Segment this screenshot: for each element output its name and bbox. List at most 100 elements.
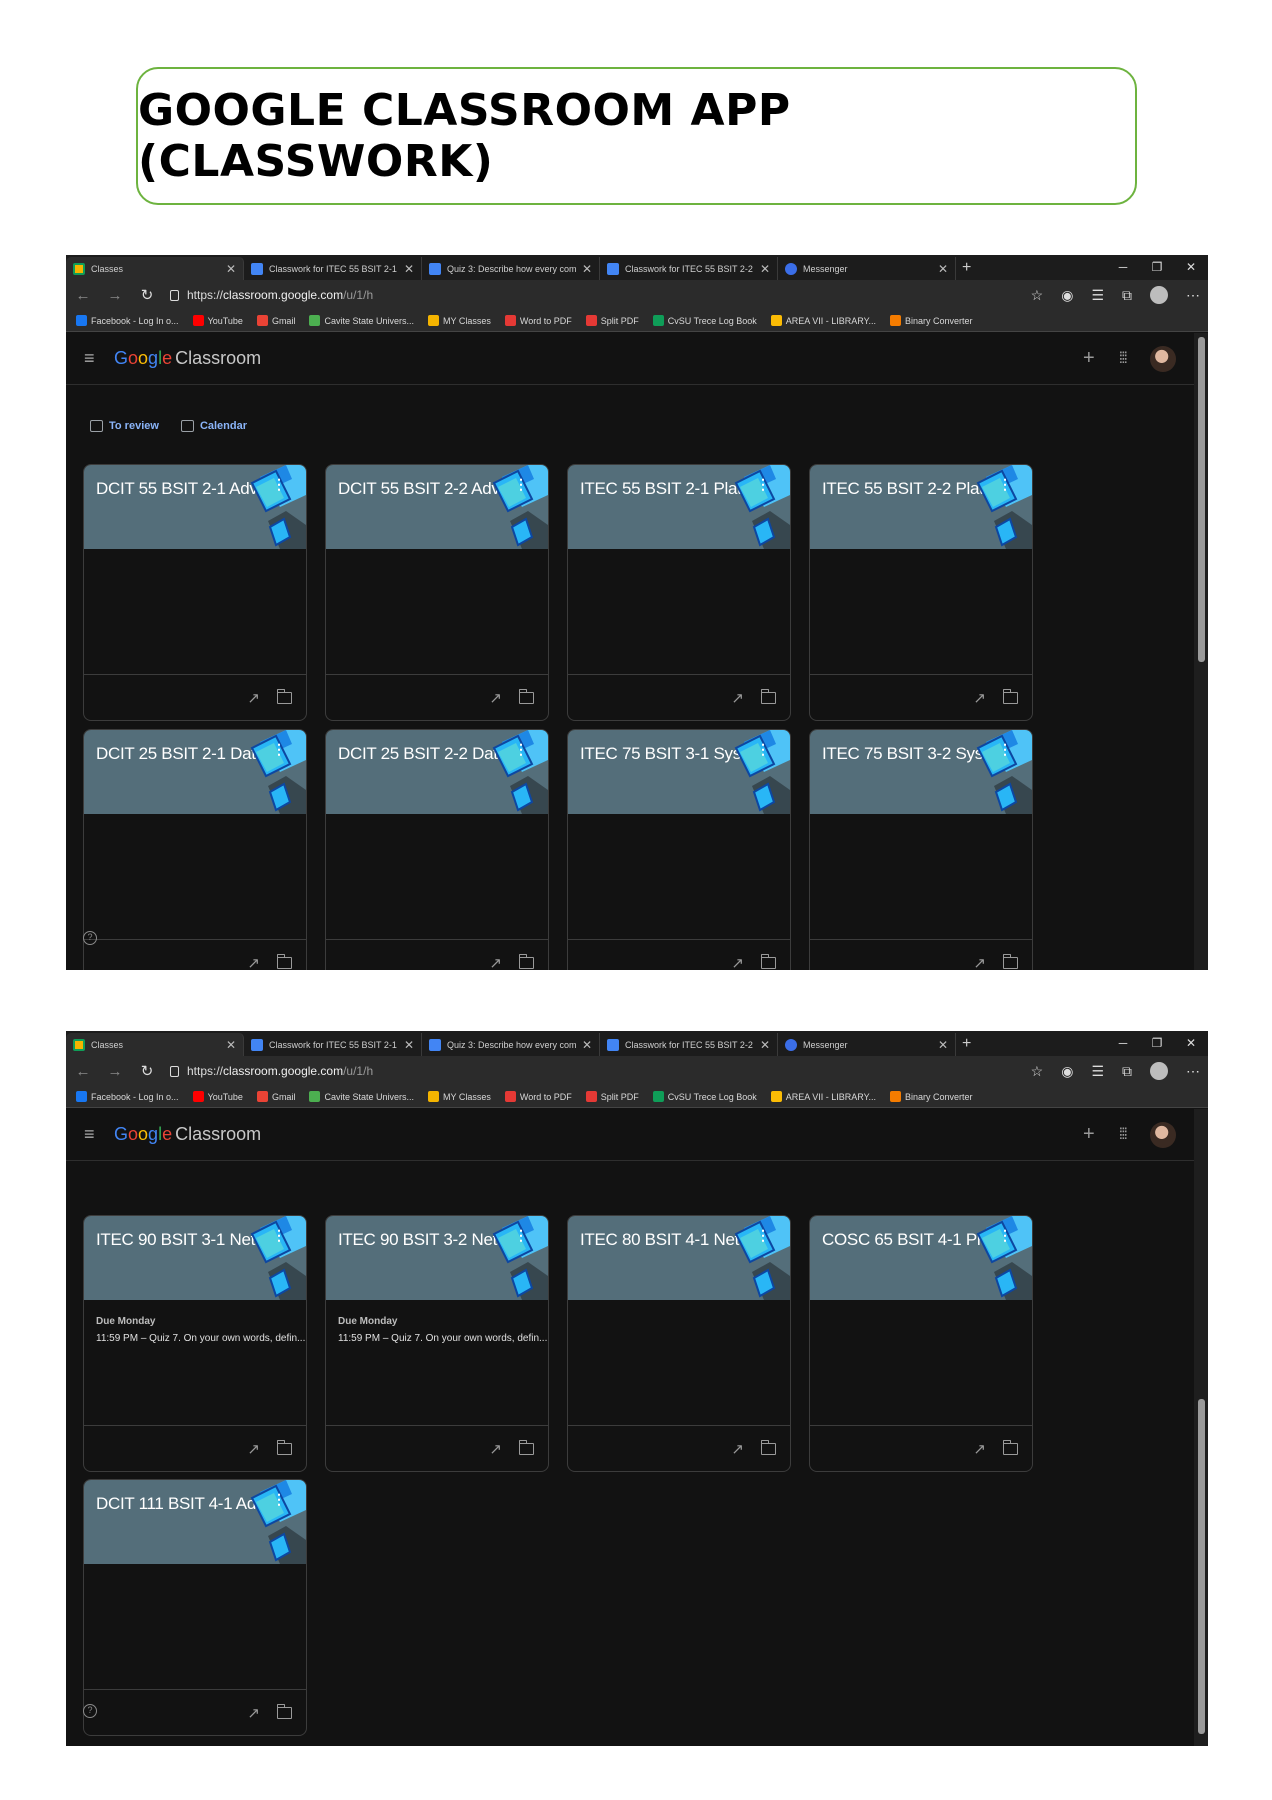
- more-options-icon[interactable]: ⋮: [272, 742, 286, 756]
- more-options-icon[interactable]: ⋮: [756, 742, 770, 756]
- bookmark-item[interactable]: Cavite State Univers...: [309, 1091, 414, 1102]
- scrollbar[interactable]: [1194, 1109, 1208, 1746]
- hamburger-menu-icon[interactable]: ≡: [84, 1124, 102, 1145]
- bookmark-item[interactable]: Binary Converter: [890, 315, 973, 326]
- browser-tab[interactable]: Messenger ✕: [778, 257, 956, 280]
- calendar-link[interactable]: Calendar: [180, 420, 247, 432]
- close-icon[interactable]: ✕: [404, 1038, 414, 1052]
- minimize-icon[interactable]: ─: [1106, 255, 1140, 280]
- class-card[interactable]: COSC 65 BSIT 4-1 Pr... ⋮ ↗: [809, 1215, 1033, 1472]
- plus-icon[interactable]: +: [1083, 1123, 1095, 1146]
- restore-icon[interactable]: ❐: [1140, 1031, 1174, 1056]
- trending-icon[interactable]: ↗: [247, 689, 260, 707]
- reload-icon[interactable]: ↻: [138, 1062, 156, 1080]
- profile-avatar[interactable]: [1150, 286, 1168, 304]
- apps-grid-icon[interactable]: ⁞⁞⁞: [1119, 1126, 1128, 1144]
- folder-icon[interactable]: [1003, 689, 1018, 704]
- card-header[interactable]: DCIT 55 BSIT 2-2 Adv... ⋮: [326, 465, 548, 549]
- close-window-icon[interactable]: ✕: [1174, 1031, 1208, 1056]
- browser-tab[interactable]: Classes ✕: [66, 1033, 244, 1056]
- folder-icon[interactable]: [277, 1440, 292, 1455]
- close-window-icon[interactable]: ✕: [1174, 255, 1208, 280]
- to-review-link[interactable]: To review: [90, 420, 159, 432]
- bookmark-item[interactable]: Word to PDF: [504, 1091, 572, 1102]
- forward-arrow-icon[interactable]: →: [106, 287, 124, 304]
- bookmark-item[interactable]: Gmail: [256, 315, 295, 326]
- restore-icon[interactable]: ❐: [1140, 255, 1174, 280]
- classroom-logo[interactable]: Google Classroom: [114, 1124, 261, 1145]
- class-card[interactable]: DCIT 55 BSIT 2-2 Adv... ⋮ ↗: [325, 464, 549, 721]
- folder-icon[interactable]: [761, 954, 776, 969]
- bookmark-item[interactable]: CvSU Trece Log Book: [652, 1091, 757, 1102]
- browser-tab[interactable]: Classes ✕: [66, 257, 244, 280]
- folder-icon[interactable]: [1003, 954, 1018, 969]
- trending-icon[interactable]: ↗: [489, 954, 502, 970]
- class-card[interactable]: DCIT 111 BSIT 4-1 Adv... ⋮ ↗: [83, 1479, 307, 1736]
- close-icon[interactable]: ✕: [938, 262, 948, 276]
- favorites-icon[interactable]: ☰: [1091, 287, 1104, 304]
- collections-icon[interactable]: ⧉: [1122, 287, 1132, 304]
- more-icon[interactable]: ⋯: [1186, 1063, 1200, 1080]
- card-header[interactable]: DCIT 25 BSIT 2-1 Data... ⋮: [84, 730, 306, 814]
- card-header[interactable]: DCIT 111 BSIT 4-1 Adv... ⋮: [84, 1480, 306, 1564]
- bookmark-item[interactable]: MY Classes: [428, 1091, 491, 1102]
- more-options-icon[interactable]: ⋮: [272, 1228, 286, 1242]
- due-assignment[interactable]: 11:59 PM – Quiz 7. On your own words, de…: [96, 1333, 305, 1344]
- class-card[interactable]: ITEC 90 BSIT 3-2 Net... ⋮ Due Monday 11:…: [325, 1215, 549, 1472]
- browser-tab[interactable]: Classwork for ITEC 55 BSIT 2-1 Pl ✕: [244, 257, 422, 280]
- trending-icon[interactable]: ↗: [731, 954, 744, 970]
- class-card[interactable]: ITEC 55 BSIT 2-2 Platf... ⋮ ↗: [809, 464, 1033, 721]
- bookmark-item[interactable]: Word to PDF: [504, 315, 572, 326]
- bookmark-item[interactable]: Gmail: [256, 1091, 295, 1102]
- forward-arrow-icon[interactable]: →: [106, 1063, 124, 1080]
- more-options-icon[interactable]: ⋮: [514, 1228, 528, 1242]
- bookmark-item[interactable]: Cavite State Univers...: [309, 315, 414, 326]
- apps-grid-icon[interactable]: ⁞⁞⁞: [1119, 350, 1128, 368]
- trending-icon[interactable]: ↗: [489, 1440, 502, 1458]
- folder-icon[interactable]: [277, 1704, 292, 1719]
- more-options-icon[interactable]: ⋮: [756, 1228, 770, 1242]
- new-tab-icon[interactable]: +: [962, 257, 971, 280]
- card-header[interactable]: DCIT 55 BSIT 2-1 Adv... ⋮: [84, 465, 306, 549]
- more-options-icon[interactable]: ⋮: [998, 477, 1012, 491]
- more-options-icon[interactable]: ⋮: [998, 742, 1012, 756]
- folder-icon[interactable]: [1003, 1440, 1018, 1455]
- close-icon[interactable]: ✕: [404, 262, 414, 276]
- more-options-icon[interactable]: ⋮: [514, 477, 528, 491]
- more-options-icon[interactable]: ⋮: [272, 477, 286, 491]
- new-tab-icon[interactable]: +: [962, 1033, 971, 1056]
- folder-icon[interactable]: [761, 689, 776, 704]
- class-card[interactable]: ITEC 75 BSIT 3-2 Syst... ⋮ ↗: [809, 729, 1033, 970]
- extension-icon[interactable]: ◉: [1061, 1063, 1073, 1080]
- due-work[interactable]: Due Monday 11:59 PM – Quiz 7. On your ow…: [338, 1316, 547, 1344]
- card-header[interactable]: ITEC 75 BSIT 3-2 Syst... ⋮: [810, 730, 1032, 814]
- trending-icon[interactable]: ↗: [973, 689, 986, 707]
- card-header[interactable]: ITEC 55 BSIT 2-2 Platf... ⋮: [810, 465, 1032, 549]
- folder-icon[interactable]: [277, 689, 292, 704]
- class-title[interactable]: DCIT 25 BSIT 2-2 Dat...: [338, 744, 511, 764]
- more-options-icon[interactable]: ⋮: [756, 477, 770, 491]
- due-assignment[interactable]: 11:59 PM – Quiz 7. On your own words, de…: [338, 1333, 547, 1344]
- bookmark-item[interactable]: YouTube: [192, 315, 243, 326]
- bookmark-item[interactable]: Split PDF: [585, 315, 639, 326]
- folder-icon[interactable]: [277, 954, 292, 969]
- bookmark-item[interactable]: AREA VII - LIBRARY...: [770, 315, 876, 326]
- minimize-icon[interactable]: ─: [1106, 1031, 1140, 1056]
- browser-tab[interactable]: Classwork for ITEC 55 BSIT 2-2 Pl ✕: [600, 257, 778, 280]
- class-card[interactable]: DCIT 25 BSIT 2-2 Dat... ⋮ ↗: [325, 729, 549, 970]
- bookmark-item[interactable]: CvSU Trece Log Book: [652, 315, 757, 326]
- scrollbar-thumb[interactable]: [1198, 1399, 1205, 1734]
- class-title[interactable]: ITEC 90 BSIT 3-2 Net...: [338, 1230, 511, 1250]
- close-icon[interactable]: ✕: [226, 262, 236, 276]
- trending-icon[interactable]: ↗: [973, 1440, 986, 1458]
- card-header[interactable]: ITEC 90 BSIT 3-1 Net... ⋮: [84, 1216, 306, 1300]
- trending-icon[interactable]: ↗: [247, 954, 260, 970]
- close-icon[interactable]: ✕: [938, 1038, 948, 1052]
- help-icon[interactable]: ?: [83, 931, 97, 945]
- class-card[interactable]: ITEC 55 BSIT 2-1 Platf... ⋮ ↗: [567, 464, 791, 721]
- bookmark-item[interactable]: YouTube: [192, 1091, 243, 1102]
- scrollbar-thumb[interactable]: [1198, 337, 1205, 662]
- user-avatar[interactable]: [1150, 345, 1176, 372]
- browser-tab[interactable]: Messenger ✕: [778, 1033, 956, 1056]
- star-icon[interactable]: ☆: [1031, 1063, 1044, 1080]
